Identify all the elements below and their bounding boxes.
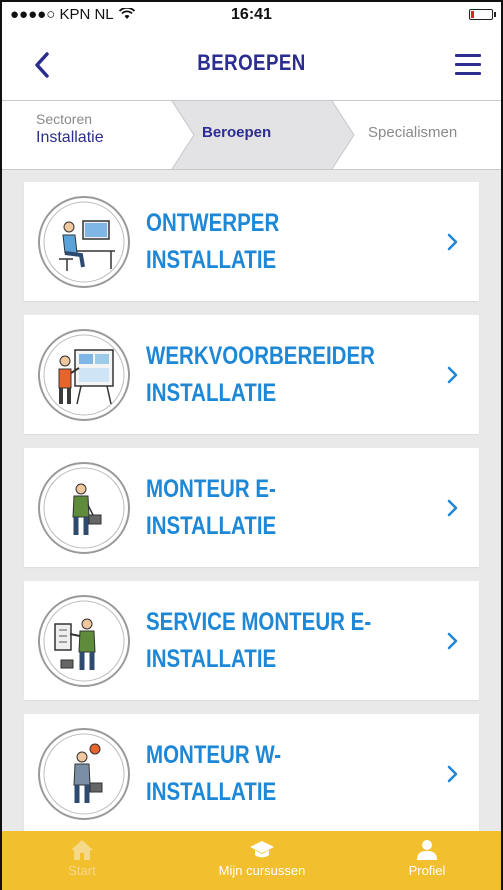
electrician-with-toolbox-icon (38, 462, 130, 554)
person-at-whiteboard-icon (38, 329, 130, 421)
graduation-cap-icon (250, 841, 274, 858)
profession-title: MONTEUR W-INSTALLATIE (146, 740, 282, 806)
breadcrumb: Sectoren Installatie Beroepen Specialism… (2, 101, 501, 170)
tab-start[interactable]: Start (42, 831, 122, 890)
breadcrumb-sectoren-value: Installatie (36, 129, 104, 146)
tab-bar: Start Mijn cursussen Profiel (2, 831, 501, 890)
profession-title: MONTEUR E-INSTALLATIE (146, 474, 277, 540)
breadcrumb-beroepen[interactable]: Beroepen (202, 124, 271, 141)
breadcrumb-sectoren-label: Sectoren (36, 111, 93, 127)
menu-button[interactable] (455, 54, 481, 76)
battery-icon (469, 9, 496, 20)
person-at-computer-icon (38, 196, 130, 288)
plumber-with-toolbox-icon (38, 728, 130, 820)
profession-title: WERKVOORBEREIDER INSTALLATIE (146, 341, 375, 407)
list-item[interactable]: MONTEUR W-INSTALLATIE (24, 714, 479, 833)
list-item[interactable]: SERVICE MONTEUR E-INSTALLATIE (24, 581, 479, 700)
user-icon (417, 840, 437, 860)
clock: 16:41 (231, 6, 272, 23)
tab-mijn-cursussen[interactable]: Mijn cursussen (197, 831, 327, 890)
tab-profiel[interactable]: Profiel (387, 831, 467, 890)
chevron-right-icon (447, 632, 458, 650)
status-bar: ●●●●○ KPN NL 16:41 (2, 2, 501, 28)
tab-profiel-label: Profiel (408, 863, 446, 878)
chevron-right-icon (447, 366, 458, 384)
hamburger-icon (455, 54, 481, 57)
profession-title: ONTWERPER INSTALLATIE (146, 208, 280, 274)
breadcrumb-specialismen[interactable]: Specialismen (368, 124, 457, 141)
chevron-right-icon (447, 765, 458, 783)
list-item[interactable]: WERKVOORBEREIDER INSTALLATIE (24, 315, 479, 434)
page-title: BEROEPEN (197, 50, 306, 75)
breadcrumb-sectoren[interactable]: Sectoren Installatie (36, 111, 104, 147)
tab-mijn-cursussen-label: Mijn cursussen (218, 863, 306, 878)
list-item[interactable]: ONTWERPER INSTALLATIE (24, 182, 479, 301)
profession-title: SERVICE MONTEUR E-INSTALLATIE (146, 607, 372, 673)
technician-at-panel-icon (38, 595, 130, 687)
chevron-right-icon (447, 499, 458, 517)
tab-start-label: Start (68, 863, 96, 878)
chevron-right-icon (447, 233, 458, 251)
navigation-bar: BEROEPEN (2, 28, 501, 101)
home-icon (71, 840, 93, 860)
profession-list: ONTWERPER INSTALLATIE WERKVOORBEREIDER I… (24, 182, 479, 847)
list-item[interactable]: MONTEUR E-INSTALLATIE (24, 448, 479, 567)
